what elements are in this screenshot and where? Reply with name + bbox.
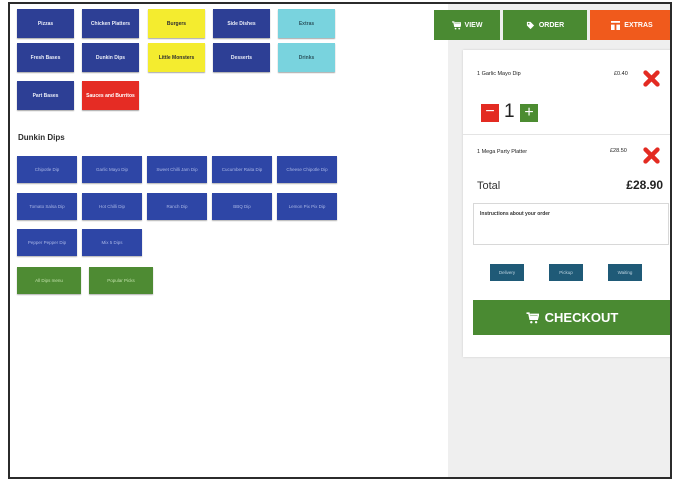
order-line-price: £28.50: [610, 148, 627, 154]
order-line-name: 1 Mega Party Platter: [477, 149, 528, 155]
pickup-button[interactable]: Pickup: [549, 264, 583, 281]
order-line-price: £0.40: [614, 71, 628, 77]
pos-window: Pizzas Chicken Platters Burgers Side Dis…: [8, 2, 672, 479]
item-button[interactable]: Pepper Pepper Dip: [17, 229, 77, 256]
item-button[interactable]: Tomato Salsa Dip: [17, 193, 77, 220]
category-dunkin-dips[interactable]: Dunkin Dips: [82, 43, 139, 72]
cart-icon: [451, 20, 461, 30]
extras-label: EXTRAS: [624, 21, 653, 29]
divider: [463, 134, 670, 135]
cart-icon: [526, 311, 539, 323]
category-fresh-bases[interactable]: Fresh Bases: [17, 43, 74, 72]
view-button[interactable]: VIEW: [434, 10, 500, 40]
section-title: Dunkin Dips: [18, 133, 65, 142]
waiting-button[interactable]: Waiting: [608, 264, 642, 281]
item-button[interactable]: Ranch Dip: [147, 193, 207, 220]
category-drinks[interactable]: Drinks: [278, 43, 335, 72]
remove-icon[interactable]: [643, 147, 660, 164]
item-button[interactable]: Hot Chilli Dip: [82, 193, 142, 220]
item-button[interactable]: Mix 5 Dips: [82, 229, 142, 256]
item-button[interactable]: Cucumber Raita Dip: [212, 156, 272, 183]
order-line-name: 1 Garlic Mayo Dip: [477, 71, 521, 77]
quantity-increase-button[interactable]: +: [520, 104, 538, 122]
tag-icon: [526, 21, 534, 29]
category-little-monsters[interactable]: Little Monsters: [148, 43, 205, 72]
category-desserts[interactable]: Desserts: [213, 43, 270, 72]
total-label: Total: [477, 180, 501, 192]
item-button[interactable]: Lemon Pix Pix Dip: [277, 193, 337, 220]
item-button[interactable]: Cheese Chipotle Dip: [277, 156, 337, 183]
order-panel: 1 Garlic Mayo Dip £0.40 − 1 + 1 Mega Par…: [463, 50, 670, 357]
item-button[interactable]: Chipotle Dip: [17, 156, 77, 183]
category-sauces-and-burritos[interactable]: Sauces and Burritos: [82, 81, 139, 110]
item-button[interactable]: Garlic Mayo Dip: [82, 156, 142, 183]
item-button[interactable]: Sweet Chilli Jam Dip: [147, 156, 207, 183]
all-dips-button[interactable]: All Dips menu: [17, 267, 81, 294]
category-extras[interactable]: Extras: [278, 9, 335, 38]
total-value: £28.90: [626, 178, 663, 192]
checkout-button[interactable]: CHECKOUT: [473, 300, 670, 335]
category-burgers[interactable]: Burgers: [148, 9, 205, 38]
extras-button[interactable]: EXTRAS: [590, 10, 670, 40]
category-part-bases[interactable]: Part Bases: [17, 81, 74, 110]
order-button[interactable]: ORDER: [503, 10, 587, 40]
order-area: VIEW ORDER EXTRAS 1 Garlic Mayo Dip £0.4…: [434, 4, 670, 477]
delivery-button[interactable]: Delivery: [490, 264, 524, 281]
grid-icon: [611, 20, 621, 30]
category-side-dishes[interactable]: Side Dishes: [213, 9, 270, 38]
order-label: ORDER: [538, 21, 565, 29]
quantity-decrease-button[interactable]: −: [481, 104, 499, 122]
view-label: VIEW: [464, 21, 483, 29]
order-notes-input[interactable]: Instructions about your order: [473, 203, 669, 245]
quantity-value: 1: [504, 101, 515, 122]
item-button[interactable]: BBQ Dip: [212, 193, 272, 220]
category-chicken-platters[interactable]: Chicken Platters: [82, 9, 139, 38]
checkout-label: CHECKOUT: [544, 310, 619, 325]
remove-icon[interactable]: [643, 70, 660, 87]
menu-area: Pizzas Chicken Platters Burgers Side Dis…: [10, 4, 448, 477]
category-pizzas[interactable]: Pizzas: [17, 9, 74, 38]
popular-picks-button[interactable]: Popular Picks: [89, 267, 153, 294]
